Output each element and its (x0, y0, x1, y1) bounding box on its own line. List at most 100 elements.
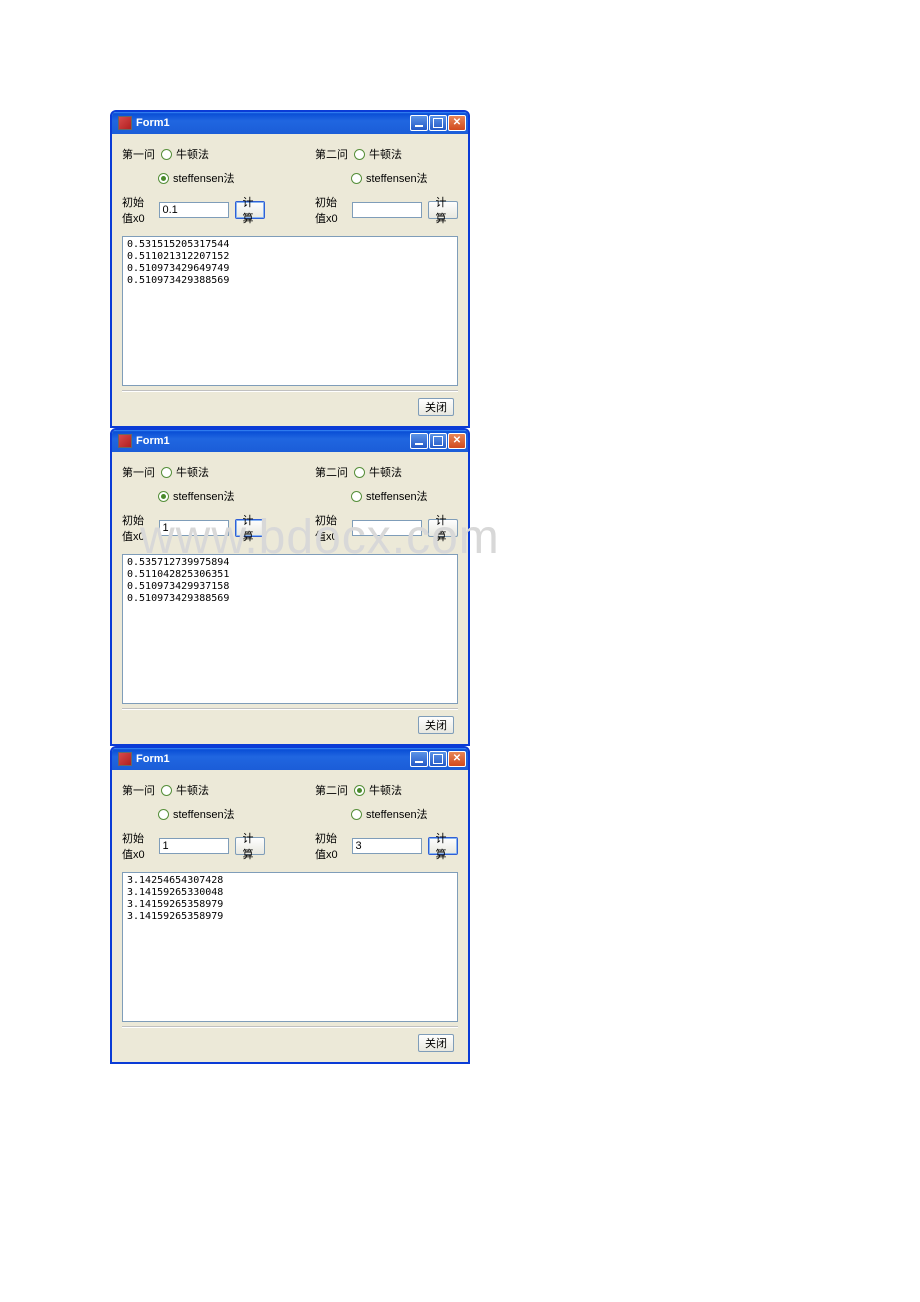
maximize-button[interactable] (429, 115, 447, 131)
q2-radio-newton[interactable]: 牛顿法 (354, 464, 402, 480)
radio-label: steffensen法 (173, 806, 235, 822)
q2-label: 第二问 (315, 146, 348, 162)
radio-label: steffensen法 (366, 170, 428, 186)
q2-x0-input[interactable] (352, 838, 422, 854)
minimize-button[interactable] (410, 115, 428, 131)
controls-row: 第一问 牛顿法 steffensen法 初始值x0 (122, 782, 458, 862)
window-body: 第一问 牛顿法 steffensen法 初始值x0 (112, 134, 468, 426)
radio-icon (354, 785, 365, 796)
output-textarea[interactable]: 0.531515205317544 0.511021312207152 0.51… (122, 236, 458, 386)
titlebar[interactable]: Form1 (112, 748, 468, 770)
radio-icon (161, 785, 172, 796)
window-controls (410, 751, 466, 767)
q1-label: 第一问 (122, 464, 155, 480)
close-window-button[interactable] (448, 433, 466, 449)
radio-icon (158, 809, 169, 820)
maximize-button[interactable] (429, 433, 447, 449)
q2-label: 第二问 (315, 464, 348, 480)
radio-label: 牛顿法 (176, 146, 209, 162)
titlebar[interactable]: Form1 (112, 112, 468, 134)
q1-x0-input[interactable] (159, 520, 229, 536)
close-button[interactable]: 关闭 (418, 1034, 454, 1052)
q1-label: 第一问 (122, 146, 155, 162)
radio-icon (158, 173, 169, 184)
q2-compute-button[interactable]: 计算 (428, 201, 458, 219)
titlebar[interactable]: Form1 (112, 430, 468, 452)
radio-label: steffensen法 (173, 170, 235, 186)
minimize-button[interactable] (410, 751, 428, 767)
q1-x0-label: 初始值x0 (122, 194, 153, 226)
question1-column: 第一问 牛顿法 steffensen法 初始值x0 (122, 464, 265, 544)
q2-radio-steffensen[interactable]: steffensen法 (351, 806, 428, 822)
radio-icon (354, 467, 365, 478)
question1-column: 第一问 牛顿法 steffensen法 初始值x0 (122, 782, 265, 862)
controls-row: 第一问 牛顿法 steffensen法 初始值x0 (122, 146, 458, 226)
window-controls (410, 115, 466, 131)
q1-x0-input[interactable] (159, 838, 229, 854)
controls-row: 第一问 牛顿法 steffensen法 初始值x0 (122, 464, 458, 544)
q2-x0-label: 初始值x0 (315, 830, 346, 862)
window: Form1 第一问 牛顿法 (110, 428, 470, 746)
q1-x0-input[interactable] (159, 202, 229, 218)
q2-x0-label: 初始值x0 (315, 194, 346, 226)
q2-radio-steffensen[interactable]: steffensen法 (351, 170, 428, 186)
maximize-button[interactable] (429, 751, 447, 767)
q1-radio-newton[interactable]: 牛顿法 (161, 782, 209, 798)
window-controls (410, 433, 466, 449)
q1-radio-steffensen[interactable]: steffensen法 (158, 488, 235, 504)
bottom-bar: 关闭 (122, 1028, 458, 1054)
radio-icon (351, 173, 362, 184)
q2-x0-label: 初始值x0 (315, 512, 346, 544)
question1-column: 第一问 牛顿法 steffensen法 初始值x0 (122, 146, 265, 226)
q1-radio-newton[interactable]: 牛顿法 (161, 146, 209, 162)
window-title: Form1 (136, 753, 170, 765)
window: Form1 第一问 牛顿法 (110, 110, 470, 428)
question2-column: 第二问 牛顿法 steffensen法 初始值x0 (315, 146, 458, 226)
question2-column: 第二问 牛顿法 steffensen法 初始值x0 (315, 782, 458, 862)
close-window-button[interactable] (448, 115, 466, 131)
radio-label: 牛顿法 (369, 782, 402, 798)
window-body: 第一问 牛顿法 steffensen法 初始值x0 (112, 770, 468, 1062)
app-icon (118, 434, 132, 448)
q1-x0-label: 初始值x0 (122, 512, 153, 544)
window-title: Form1 (136, 435, 170, 447)
windows-stack: Form1 第一问 牛顿法 (110, 110, 470, 1064)
radio-icon (158, 491, 169, 502)
window-body: 第一问 牛顿法 steffensen法 初始值x0 (112, 452, 468, 744)
q1-label: 第一问 (122, 782, 155, 798)
q2-compute-button[interactable]: 计算 (428, 837, 458, 855)
q2-x0-input[interactable] (352, 520, 422, 536)
titlebar-left: Form1 (118, 116, 170, 130)
output-textarea[interactable]: 0.535712739975894 0.511042825306351 0.51… (122, 554, 458, 704)
window-title: Form1 (136, 117, 170, 129)
window: Form1 第一问 牛顿法 (110, 746, 470, 1064)
radio-icon (351, 491, 362, 502)
q1-compute-button[interactable]: 计算 (235, 519, 265, 537)
output-textarea[interactable]: 3.14254654307428 3.14159265330048 3.1415… (122, 872, 458, 1022)
app-icon (118, 116, 132, 130)
close-button[interactable]: 关闭 (418, 716, 454, 734)
q2-compute-button[interactable]: 计算 (428, 519, 458, 537)
close-window-button[interactable] (448, 751, 466, 767)
q1-radio-newton[interactable]: 牛顿法 (161, 464, 209, 480)
radio-label: 牛顿法 (176, 782, 209, 798)
q1-radio-steffensen[interactable]: steffensen法 (158, 806, 235, 822)
close-button[interactable]: 关闭 (418, 398, 454, 416)
q1-radio-steffensen[interactable]: steffensen法 (158, 170, 235, 186)
radio-icon (354, 149, 365, 160)
q2-radio-newton[interactable]: 牛顿法 (354, 782, 402, 798)
q2-x0-input[interactable] (352, 202, 422, 218)
minimize-button[interactable] (410, 433, 428, 449)
q2-label: 第二问 (315, 782, 348, 798)
bottom-bar: 关闭 (122, 710, 458, 736)
q2-radio-newton[interactable]: 牛顿法 (354, 146, 402, 162)
app-icon (118, 752, 132, 766)
titlebar-left: Form1 (118, 752, 170, 766)
q1-compute-button[interactable]: 计算 (235, 201, 265, 219)
q2-radio-steffensen[interactable]: steffensen法 (351, 488, 428, 504)
q1-compute-button[interactable]: 计算 (235, 837, 265, 855)
radio-icon (161, 467, 172, 478)
radio-label: steffensen法 (366, 806, 428, 822)
bottom-bar: 关闭 (122, 392, 458, 418)
radio-label: 牛顿法 (176, 464, 209, 480)
